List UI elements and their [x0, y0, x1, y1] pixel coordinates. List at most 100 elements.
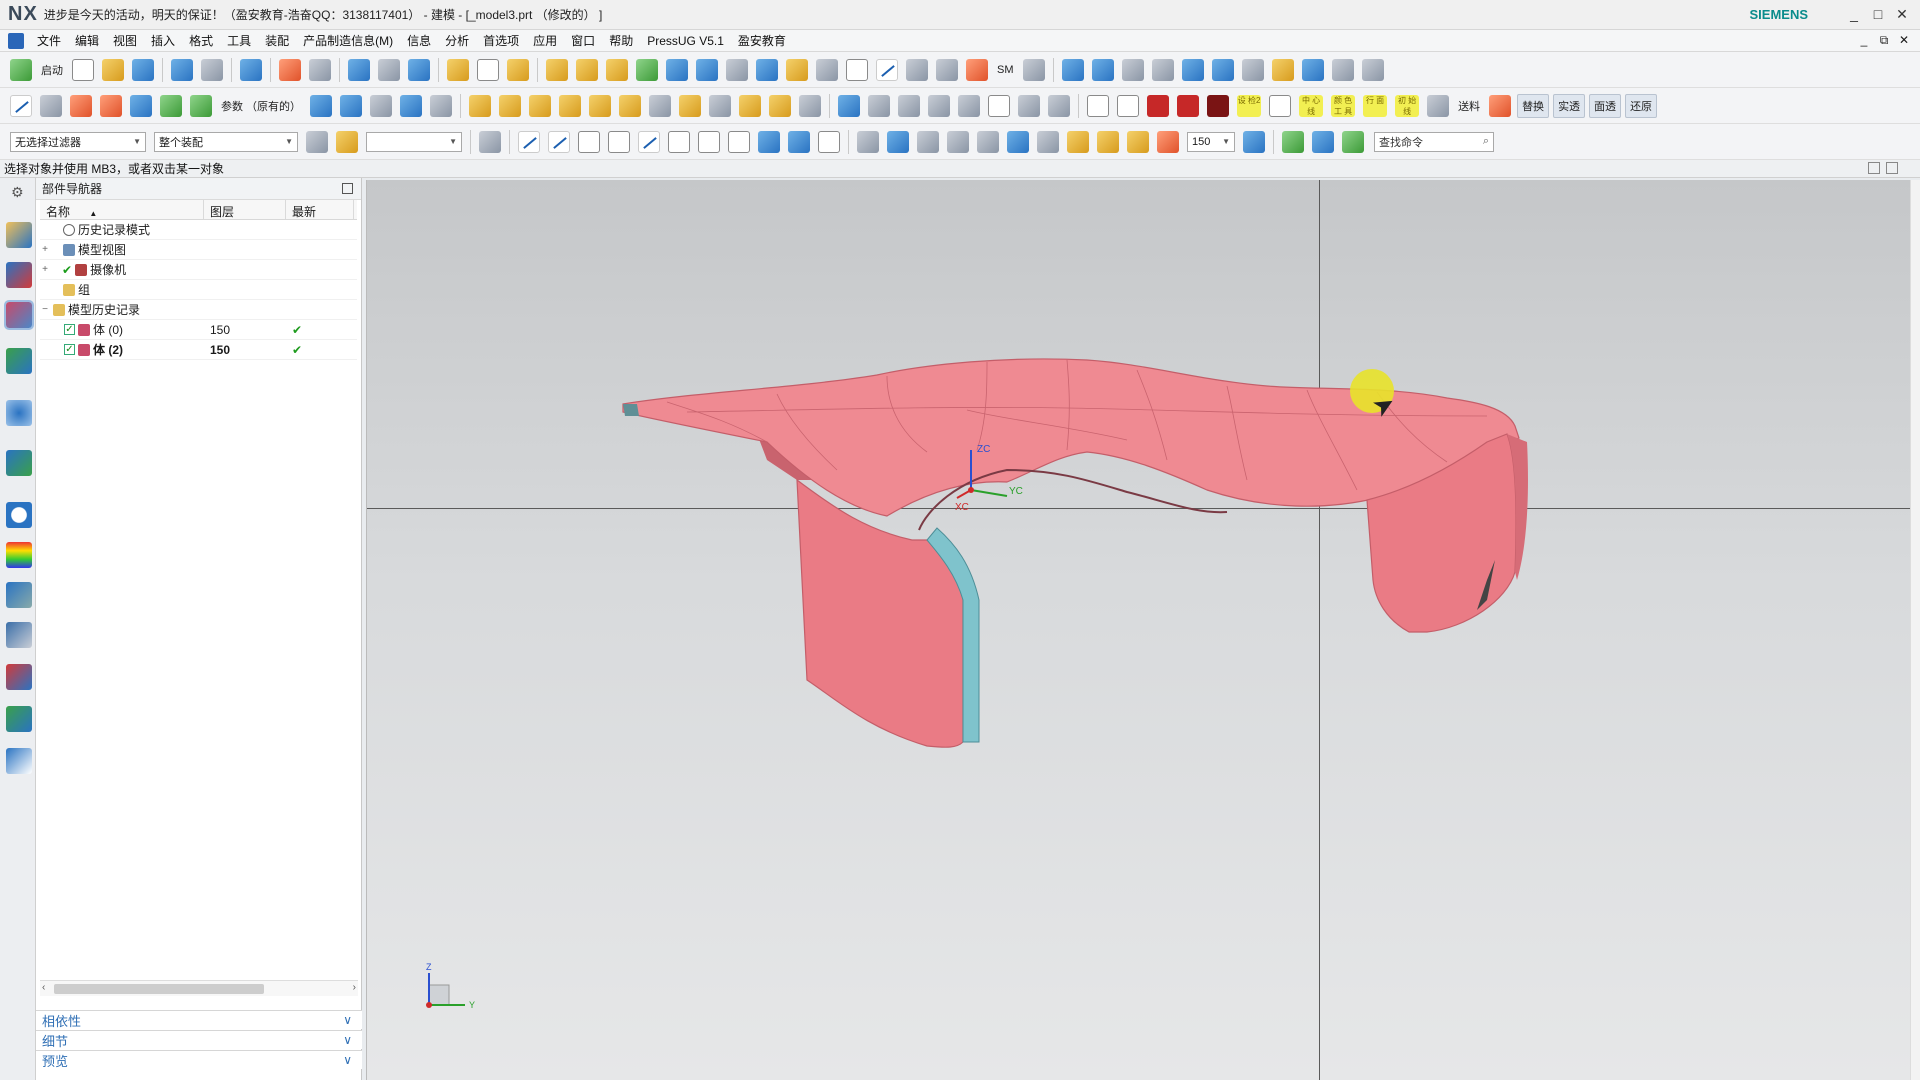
subtract-icon[interactable]	[696, 58, 718, 81]
arc-center-icon[interactable]	[668, 130, 690, 153]
section-icon[interactable]	[936, 58, 958, 81]
yellow-button-2[interactable]: 中 心 线	[1299, 94, 1324, 117]
scroll-right-icon[interactable]: ›	[353, 982, 356, 993]
intersection-icon[interactable]	[608, 130, 630, 153]
visibility-checkbox[interactable]: ✓	[64, 324, 75, 335]
rotate-icon[interactable]	[430, 94, 453, 117]
scroll-left-icon[interactable]: ‹	[42, 982, 45, 993]
boss-icon[interactable]	[739, 94, 762, 117]
red-arrow-left-icon[interactable]	[1147, 94, 1170, 117]
process-studio-icon[interactable]	[6, 582, 32, 608]
layout-icon[interactable]	[309, 58, 331, 81]
new-file-icon[interactable]	[72, 58, 94, 81]
blank-icon[interactable]	[1121, 58, 1144, 81]
dark-red-icon[interactable]	[1207, 94, 1230, 117]
point-on-face-icon[interactable]	[788, 130, 810, 153]
part-model[interactable]	[367, 180, 1910, 1080]
selection-arrow-icon[interactable]	[306, 130, 328, 153]
die-tool-icon[interactable]	[1091, 58, 1114, 81]
insert-icon[interactable]	[1271, 58, 1294, 81]
chevron-down-icon[interactable]: ∨	[343, 1013, 352, 1027]
datum-plane-icon[interactable]	[477, 58, 499, 81]
spline-icon[interactable]	[1048, 94, 1071, 117]
menu-assembly[interactable]: 装配	[258, 32, 296, 49]
fit-icon[interactable]	[1243, 130, 1265, 153]
fit-view-icon[interactable]	[279, 58, 301, 81]
command-search-input[interactable]: 查找命令 ⌕	[1374, 131, 1494, 152]
system-scene-icon[interactable]	[6, 706, 32, 732]
visibility-checkbox[interactable]: ✓	[64, 344, 75, 355]
draft-icon[interactable]	[1151, 58, 1174, 81]
mdi-restore-button[interactable]: ⧉	[1874, 33, 1894, 48]
mdi-minimize-button[interactable]: _	[1854, 33, 1874, 48]
divide-curve-icon[interactable]	[868, 94, 891, 117]
wcs-origin-icon[interactable]	[887, 130, 909, 153]
hd3d-tools-icon[interactable]	[6, 400, 32, 426]
color-palette-icon[interactable]	[1282, 130, 1304, 153]
close-button[interactable]: ✕	[1890, 6, 1914, 23]
yellow-button-4[interactable]: 行 面	[1363, 94, 1388, 117]
dependencies-panel[interactable]: 相依性 ∨	[36, 1010, 362, 1029]
stamp-icon[interactable]	[1211, 58, 1234, 81]
pattern-icon[interactable]	[816, 58, 838, 81]
assembly-navigator-icon[interactable]	[6, 222, 32, 248]
bridge-curve-icon[interactable]	[160, 94, 182, 117]
die-base-icon[interactable]	[1241, 58, 1264, 81]
extend-curve-icon[interactable]	[898, 94, 921, 117]
red-arrow-right-icon[interactable]	[1177, 94, 1200, 117]
tree-row-groups[interactable]: 组	[40, 280, 357, 300]
scroll-thumb[interactable]	[54, 984, 264, 994]
measure-distance-icon[interactable]	[1037, 130, 1059, 153]
mesh-icon[interactable]	[130, 94, 152, 117]
params-label[interactable]: 参数 （原有的）	[221, 98, 301, 114]
gear-icon[interactable]: ⚙	[11, 184, 24, 201]
checker-icon[interactable]	[1489, 94, 1512, 117]
chevron-down-icon[interactable]: ∨	[343, 1053, 352, 1067]
snap-point-icon[interactable]	[336, 130, 358, 153]
tree-row-history-mode[interactable]: 历史记录模式	[40, 220, 357, 240]
die-standard-icon[interactable]	[1087, 94, 1110, 117]
surface-transparent-button[interactable]: 面透	[1589, 93, 1622, 118]
fillet-curve-icon[interactable]	[928, 94, 951, 117]
menu-yingan[interactable]: 盈安教育	[731, 32, 793, 49]
menu-pressug[interactable]: PressUG V5.1	[640, 34, 731, 48]
cylinder-icon[interactable]	[499, 94, 522, 117]
offset-curve-icon[interactable]	[70, 94, 92, 117]
horizontal-scrollbar[interactable]: ‹ ›	[40, 980, 358, 996]
tangent-icon[interactable]	[638, 130, 660, 153]
existing-point-icon[interactable]	[728, 130, 750, 153]
shell-icon[interactable]	[619, 94, 642, 117]
offset-face-icon[interactable]	[529, 94, 552, 117]
undo-icon[interactable]	[171, 58, 193, 81]
menu-window[interactable]: 窗口	[564, 32, 602, 49]
chevron-down-icon[interactable]: ∨	[343, 1033, 352, 1047]
menu-help[interactable]: 帮助	[602, 32, 640, 49]
pull-face-icon[interactable]	[559, 94, 582, 117]
reuse-library-icon[interactable]	[6, 348, 32, 374]
trim-body-icon[interactable]	[726, 58, 748, 81]
app-menu-icon[interactable]	[8, 32, 24, 49]
menu-edit[interactable]: 编辑	[68, 32, 106, 49]
column-layer[interactable]: 图层	[204, 200, 286, 219]
column-name[interactable]: 名称 ▲	[40, 200, 204, 219]
surface-icon[interactable]	[576, 58, 598, 81]
intent-select[interactable]: ▼	[366, 131, 462, 152]
restore-button[interactable]: 还原	[1625, 93, 1658, 118]
text-a2-icon[interactable]	[1331, 58, 1354, 81]
menu-application[interactable]: 应用	[526, 32, 564, 49]
measure-icon[interactable]	[636, 58, 658, 81]
text-a-icon[interactable]	[1301, 58, 1324, 81]
line-tool-icon[interactable]	[10, 94, 32, 117]
start-icon[interactable]	[10, 58, 32, 81]
curve-icon[interactable]	[906, 58, 928, 81]
split-body-icon[interactable]	[756, 58, 778, 81]
status-icon-2[interactable]	[1886, 162, 1898, 174]
thicken-icon[interactable]	[786, 58, 808, 81]
open-file-icon[interactable]	[102, 58, 124, 81]
mold-tool-icon[interactable]	[1061, 58, 1084, 81]
corner-icon[interactable]	[958, 94, 981, 117]
menu-analysis[interactable]: 分析	[438, 32, 476, 49]
white-color-icon[interactable]	[1117, 94, 1140, 117]
send-button[interactable]: 送料	[1458, 98, 1480, 114]
aside-icon[interactable]	[1269, 94, 1292, 117]
